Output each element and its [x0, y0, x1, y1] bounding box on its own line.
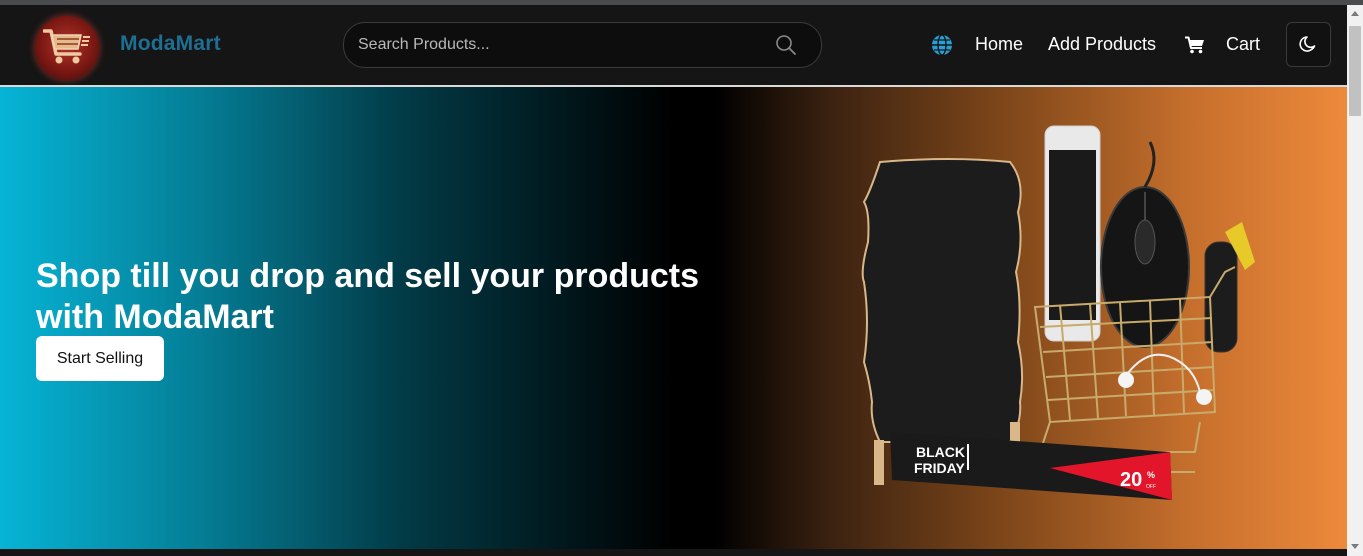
nav-link-home[interactable]: Home [975, 34, 1023, 55]
hero-title: Shop till you drop and sell your product… [36, 257, 700, 336]
nav-link-cart[interactable]: Cart [1226, 34, 1260, 55]
search-bar[interactable] [343, 22, 822, 68]
scroll-up-arrow-icon[interactable] [1351, 11, 1359, 16]
chalkboard-sign [861, 158, 1024, 443]
brand-name[interactable]: ModaMart [120, 32, 221, 56]
discount-unit: % [1147, 470, 1155, 480]
search-icon[interactable] [775, 34, 797, 56]
shopping-cart-logo-icon [43, 29, 90, 64]
scroll-down-arrow-icon[interactable] [1351, 544, 1359, 549]
black-friday-label-line1: BLACK [916, 444, 965, 460]
cart-icon[interactable] [1185, 36, 1205, 54]
black-friday-label-line2: FRIDAY [914, 460, 965, 476]
page-bottom-edge [0, 549, 1347, 556]
navbar: ModaMart Home Add Products Cart [0, 5, 1347, 85]
scrollbar-thumb[interactable] [1349, 26, 1361, 116]
discount-suffix: OFF [1146, 484, 1156, 490]
globe-icon[interactable] [931, 34, 953, 56]
theme-toggle-button[interactable] [1286, 22, 1331, 67]
discount-value: 20 [1120, 469, 1142, 491]
hero-products-image: BLACK FRIDAY 20 % OFF [861, 125, 1255, 500]
page-scrollbar[interactable] [1347, 5, 1363, 556]
start-selling-button[interactable]: Start Selling [36, 336, 164, 381]
moon-icon [1299, 36, 1316, 52]
brand-logo[interactable] [35, 16, 99, 80]
hero-banner: Shop till you drop and sell your product… [0, 87, 1347, 549]
nav-link-add-products[interactable]: Add Products [1048, 34, 1156, 55]
search-input[interactable] [358, 23, 758, 67]
